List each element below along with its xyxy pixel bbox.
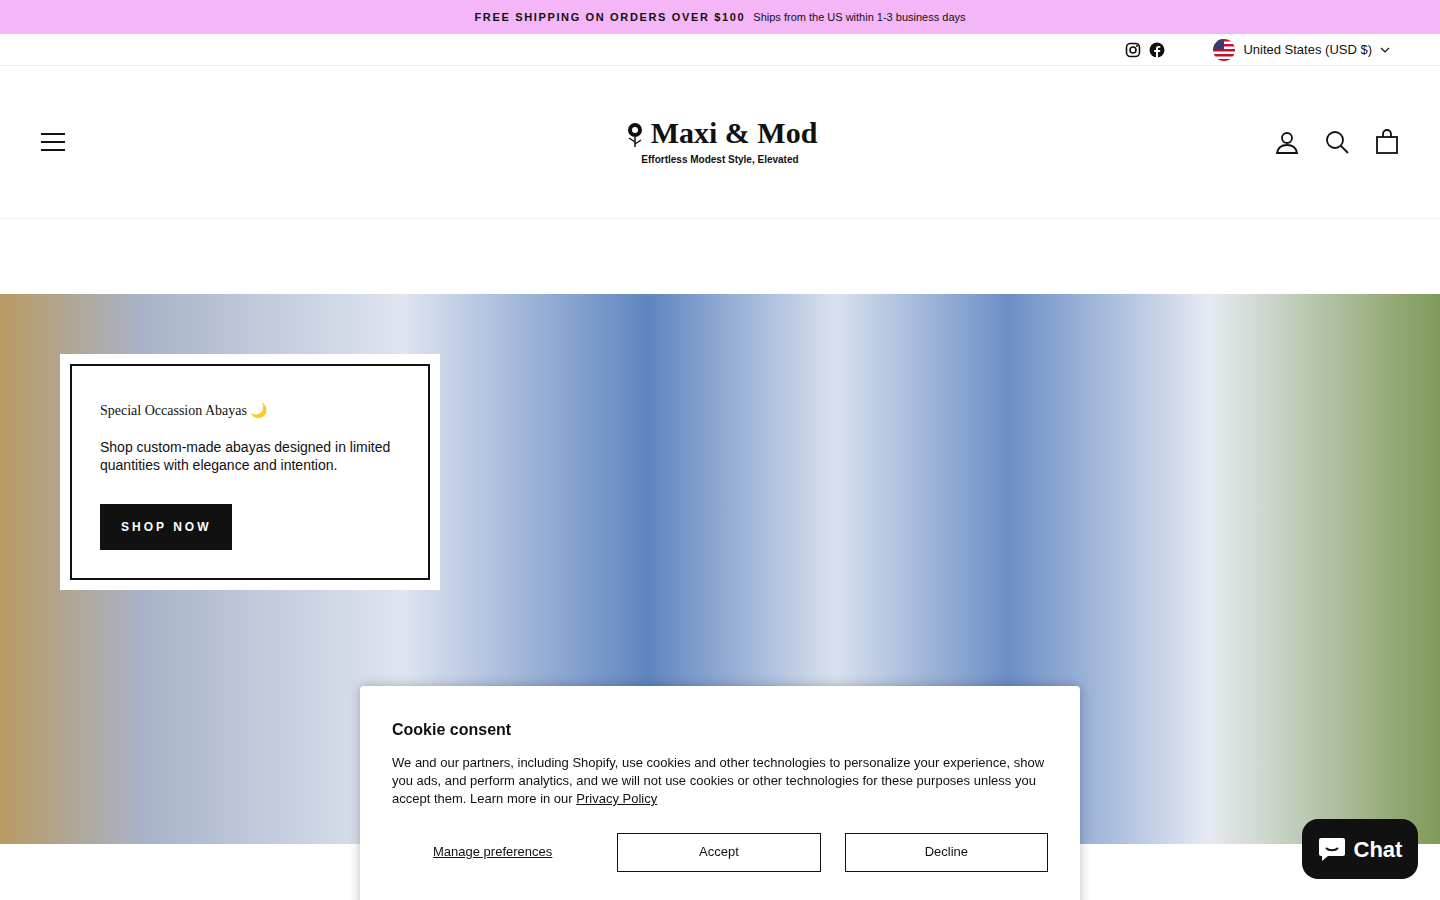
cookie-choice-button[interactable]: Accept bbox=[617, 833, 820, 872]
us-flag-icon bbox=[1213, 39, 1235, 61]
announcement-bar: FREE SHIPPING ON ORDERS OVER $100 Ships … bbox=[0, 0, 1440, 34]
account-icon[interactable] bbox=[1274, 129, 1300, 155]
utility-bar: United States (USD $) bbox=[0, 34, 1440, 66]
cookie-choice-button[interactable]: Decline bbox=[845, 833, 1048, 872]
chat-label[interactable]: Chat bbox=[1354, 833, 1403, 866]
privacy-link[interactable]: Privacy Policy bbox=[576, 791, 657, 806]
facebook-icon[interactable] bbox=[1149, 42, 1165, 58]
nav-spacer bbox=[0, 219, 1440, 294]
logo-tagline: Effortless Modest Style, Elevated bbox=[641, 152, 798, 167]
hero-text: Shop custom-made abayas designed in limi… bbox=[100, 439, 400, 474]
cookie-dialog: Cookie consent We and our partners, incl… bbox=[360, 686, 1080, 900]
site-header: Maxi & Mod Effortless Modest Style, Elev… bbox=[0, 66, 1440, 219]
site-logo[interactable]: Maxi & Mod Effortless Modest Style, Elev… bbox=[623, 118, 818, 167]
cart-icon[interactable] bbox=[1374, 129, 1400, 155]
search-icon[interactable] bbox=[1324, 129, 1350, 155]
menu-icon[interactable] bbox=[40, 132, 66, 152]
country-label[interactable]: United States (USD $) bbox=[1243, 40, 1372, 60]
hero-card: Special Occassion Abayas 🌙 Shop custom-m… bbox=[60, 354, 440, 590]
instagram-icon[interactable] bbox=[1125, 42, 1141, 58]
cookie-text: We and our partners, including Shopify, … bbox=[392, 754, 1048, 809]
country-selector[interactable]: United States (USD $) bbox=[1213, 39, 1390, 61]
chevron-down-icon bbox=[1380, 45, 1390, 55]
announcement-detail: Ships from the US within 1-3 business da… bbox=[753, 9, 965, 26]
cookie-buttons: Manage preferences Accept Decline bbox=[392, 833, 1048, 872]
cookie-title: Cookie consent bbox=[392, 718, 1048, 742]
cookie-body: We and our partners, including Shopify, … bbox=[392, 755, 1044, 806]
chat-bubble-icon bbox=[1318, 836, 1346, 862]
chat-button[interactable]: Chat bbox=[1302, 819, 1418, 879]
announcement-headline: FREE SHIPPING ON ORDERS OVER $100 bbox=[475, 9, 746, 26]
hero-subtitle: Special Occassion Abayas 🌙 bbox=[100, 400, 400, 421]
logo-name: Maxi & Mod bbox=[651, 118, 818, 148]
cookie-preferences-button[interactable]: Manage preferences bbox=[392, 833, 593, 872]
shop-now-button[interactable]: SHOP NOW bbox=[100, 504, 232, 550]
flower-icon bbox=[623, 118, 647, 148]
